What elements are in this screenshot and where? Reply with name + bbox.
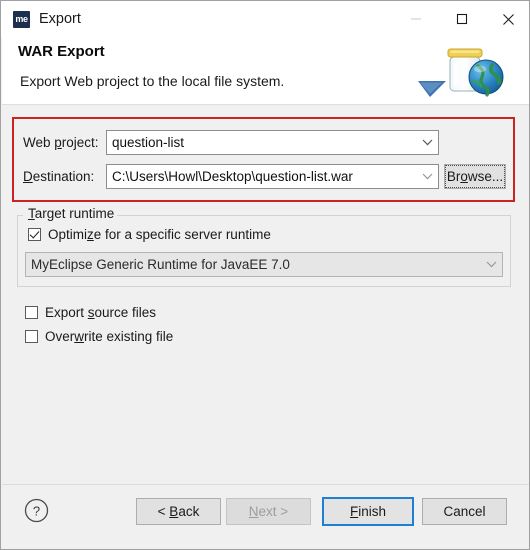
- overwrite-existing-file-label: Overwrite existing file: [45, 329, 174, 344]
- app-icon-label: me: [15, 13, 28, 24]
- optimize-runtime-label: Optimize for a specific server runtime: [48, 227, 271, 242]
- browse-button[interactable]: Br o wse...: [444, 164, 506, 189]
- minimize-button[interactable]: [393, 1, 439, 37]
- web-project-value: question-list: [112, 135, 185, 150]
- cancel-button-label: Cancel: [443, 504, 486, 519]
- page-description: Export Web project to the local file sys…: [20, 73, 285, 89]
- war-jar-globe-icon: [418, 48, 504, 97]
- title-bar: me Export: [1, 1, 529, 37]
- footer-separator: [2, 484, 529, 485]
- destination-label: Destination:: [23, 169, 95, 184]
- maximize-icon: [456, 13, 468, 25]
- browse-button-label: Br o wse...: [445, 165, 505, 188]
- help-question-icon[interactable]: ?: [24, 498, 49, 523]
- checkbox-box-checked: [28, 228, 41, 241]
- cancel-button[interactable]: Cancel: [422, 498, 507, 525]
- chevron-down-icon: [416, 173, 438, 180]
- runtime-combo-value: MyEclipse Generic Runtime for JavaEE 7.0: [31, 257, 290, 272]
- window-title: Export: [39, 11, 81, 27]
- export-source-files-checkbox[interactable]: Export source files: [25, 305, 156, 320]
- next-button-label: Next >: [248, 504, 289, 519]
- minimize-icon: [411, 18, 421, 20]
- maximize-button[interactable]: [439, 1, 485, 37]
- myeclipse-app-icon: me: [13, 10, 30, 28]
- close-icon: [502, 13, 514, 25]
- wizard-header: WAR Export Export Web project to the loc…: [2, 37, 529, 105]
- target-runtime-group-title: Target runtime: [25, 206, 118, 221]
- destination-combo[interactable]: C:\Users\Howl\Desktop\question-list.war: [106, 164, 439, 189]
- finish-button-label: Finish: [349, 504, 386, 519]
- svg-text:?: ?: [33, 504, 40, 519]
- checkbox-box: [25, 306, 38, 319]
- finish-button[interactable]: Finish: [322, 497, 414, 526]
- back-button-label: < Back: [157, 504, 200, 519]
- back-button[interactable]: < Back: [136, 498, 221, 525]
- page-title: WAR Export: [18, 43, 105, 60]
- window-controls: [393, 1, 529, 37]
- chevron-down-icon: [416, 139, 438, 146]
- runtime-combo[interactable]: MyEclipse Generic Runtime for JavaEE 7.0: [25, 252, 503, 277]
- next-button: Next >: [226, 498, 311, 525]
- web-project-label: Web project:: [23, 135, 99, 150]
- web-project-combo[interactable]: question-list: [106, 130, 439, 155]
- export-dialog: me Export WAR Export Export Web project …: [0, 0, 530, 550]
- close-button[interactable]: [485, 1, 529, 37]
- overwrite-existing-file-checkbox[interactable]: Overwrite existing file: [25, 329, 173, 344]
- checkbox-box: [25, 330, 38, 343]
- destination-value: C:\Users\Howl\Desktop\question-list.war: [112, 169, 353, 184]
- optimize-runtime-checkbox[interactable]: Optimize for a specific server runtime: [28, 227, 271, 242]
- chevron-down-icon: [480, 261, 502, 268]
- export-source-files-label: Export source files: [45, 305, 157, 320]
